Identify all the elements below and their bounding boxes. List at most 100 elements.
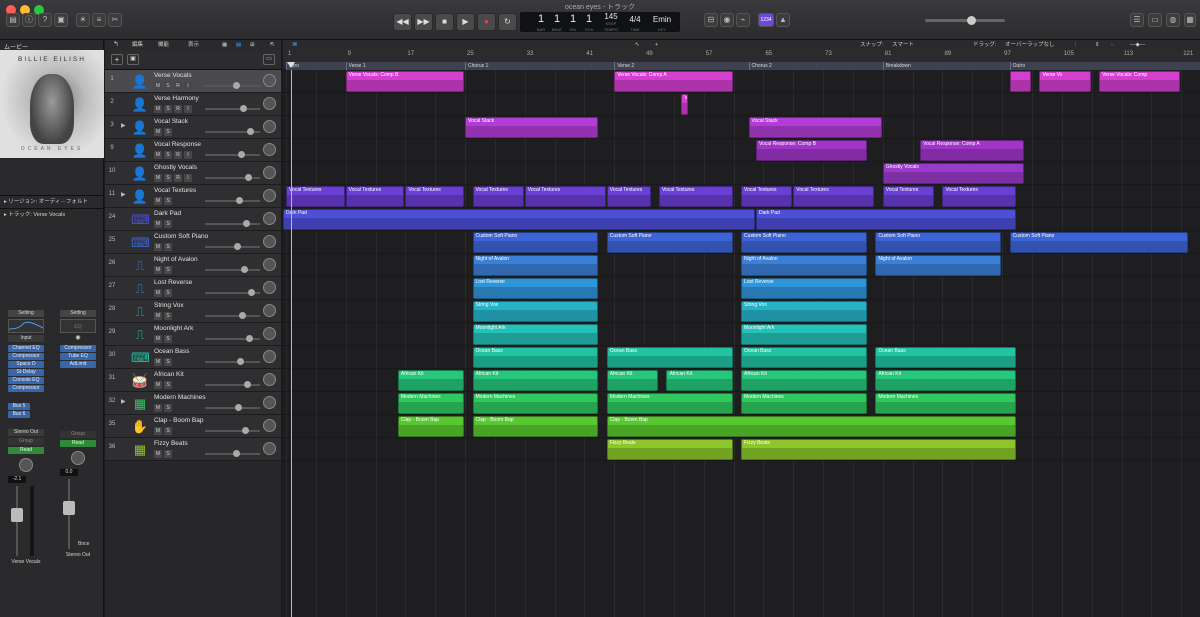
volume-knob[interactable] [242, 427, 249, 434]
plugin-slot[interactable]: Compressor [8, 385, 44, 392]
mute-button[interactable]: M [154, 151, 162, 159]
track-name[interactable]: Clap - Boom Bap [154, 417, 204, 424]
track-lane[interactable]: Dark Pad Dark Pad [283, 208, 1200, 231]
strip1-output-button[interactable]: Stereo Out [8, 429, 44, 436]
pan-knob[interactable] [263, 189, 276, 202]
plugin-slot[interactable]: Compressor [8, 353, 44, 360]
region[interactable]: Verse Vocals: Comp B [345, 71, 465, 92]
region[interactable]: Vocal Textures [882, 186, 935, 207]
track-name[interactable]: Custom Soft Piano [154, 233, 208, 240]
region[interactable]: String Vox [741, 301, 867, 322]
keyboard-icon[interactable]: ⌨ [131, 211, 150, 228]
volume-slider[interactable] [205, 404, 260, 411]
vertical-zoom-icon[interactable]: ⇕ [1095, 40, 1100, 50]
mute-button[interactable]: M [154, 450, 162, 458]
mixer-icon[interactable]: ≡ [92, 13, 106, 27]
region[interactable]: Custom Soft Piano [741, 232, 867, 253]
track-name[interactable]: String Vox [154, 302, 184, 309]
global-tracks-icon[interactable]: ▣ [127, 54, 139, 65]
region[interactable]: Verse Vocals: Comp A [614, 71, 733, 92]
function-menu[interactable]: 機能 [158, 40, 169, 50]
pan-knob[interactable] [263, 143, 276, 156]
track-lane[interactable]: Ocean Bass Ocean Bass Ocean Bass Ocean Bass [283, 346, 1200, 369]
volume-slider[interactable] [205, 358, 260, 365]
region[interactable]: Vocal Textures [942, 186, 1017, 207]
disclosure-triangle-icon[interactable]: ▶ [121, 398, 126, 405]
solo-button[interactable]: S [164, 243, 172, 251]
region[interactable] [1009, 71, 1031, 92]
region[interactable]: Modern Machines [472, 393, 599, 414]
note-pad-icon[interactable]: ▭ [1148, 13, 1162, 27]
lcd-display[interactable]: 1 1 1 1 BAR BEAT DIV TICK 145 KEEP TEMPO… [519, 11, 681, 33]
person-icon[interactable]: 👤 [131, 188, 149, 205]
region[interactable]: African Kit [741, 370, 867, 391]
strip1-input-button[interactable]: Input [8, 335, 44, 342]
mute-button[interactable]: M [154, 82, 162, 90]
track-header[interactable]: 3 ▶ 👤 Vocal Stack M S [105, 116, 281, 139]
track-name[interactable]: Vocal Stack [154, 118, 188, 125]
track-lane[interactable]: Custom Soft Piano Custom Soft Piano Custom… [283, 231, 1200, 254]
track-name[interactable]: Modern Machines [154, 394, 206, 401]
mute-button[interactable]: M [154, 404, 162, 412]
rewind-button[interactable]: ◀◀ [393, 13, 412, 31]
track-header[interactable]: 24 ⌨ Dark Pad M S [105, 208, 281, 231]
track-lane[interactable]: Verse Vocals: Comp B Verse Vocals: Comp A… [283, 70, 1200, 93]
solo-button[interactable]: S [164, 427, 172, 435]
track-header[interactable]: 30 ⌨ Ocean Bass M S [105, 346, 281, 369]
volume-slider[interactable] [205, 220, 260, 227]
keyboard-icon[interactable]: ⌨ [131, 349, 150, 366]
region[interactable]: Verse Vo [1039, 71, 1091, 92]
region[interactable]: Modern Machines [741, 393, 867, 414]
region[interactable]: African Kit [875, 370, 1017, 391]
flex-icon[interactable]: ⊞ [250, 40, 255, 50]
mute-button[interactable]: M [154, 197, 162, 205]
region[interactable]: Modern Machines [606, 393, 733, 414]
region[interactable]: Vocal Textures [741, 186, 793, 207]
edit-menu[interactable]: 編集 [132, 40, 143, 50]
input-monitor-button[interactable]: I [184, 151, 192, 159]
region[interactable]: Vocal Textures [659, 186, 733, 207]
region[interactable]: Fizzy Beats [606, 439, 733, 460]
lcd-time-signature[interactable]: 4/4 [624, 15, 646, 24]
input-monitor-button[interactable]: I [184, 174, 192, 182]
mute-button[interactable]: M [154, 128, 162, 136]
bar-ruler[interactable]: 1 9 17 25 33 41 49 57 65 73 81 89 97 105 113 121 Intro Ve… [283, 50, 1200, 70]
plugin-slot[interactable]: St-Delay [8, 369, 44, 376]
metronome-icon[interactable]: ▲ [776, 13, 790, 27]
arrangement-marker[interactable]: Breakdown [882, 62, 1010, 70]
region[interactable]: Clap - Boom Bap [397, 416, 465, 437]
volume-knob[interactable] [244, 381, 251, 388]
strip1-eq-thumbnail[interactable] [8, 319, 44, 333]
fast-forward-button[interactable]: ▶▶ [414, 13, 433, 31]
cycle-button[interactable]: ↻ [498, 13, 517, 31]
track-header[interactable]: 35 ✋ Clap - Boom Bap M S [105, 415, 281, 438]
region[interactable]: Moonlight Ark [472, 324, 599, 345]
track-header[interactable]: 10 👤 Ghostly Vocals M S R I [105, 162, 281, 185]
track-lane[interactable]: Fizzy Beats Fizzy Beats [283, 438, 1200, 461]
mute-button[interactable]: M [154, 243, 162, 251]
pan-knob[interactable] [263, 166, 276, 179]
track-name[interactable]: Verse Harmony [154, 95, 199, 102]
track-lane[interactable]: String Vox String Vox [283, 300, 1200, 323]
drag-dropdown[interactable]: オーバーラップなし [1005, 40, 1054, 50]
record-enable-button[interactable]: R [174, 151, 182, 159]
arrangement-marker[interactable]: Verse 2 [614, 62, 749, 70]
plugin-slot[interactable]: Space D [8, 361, 44, 368]
send-slot[interactable]: Bus 6 [8, 411, 30, 418]
mute-button[interactable]: M [154, 266, 162, 274]
volume-slider[interactable] [205, 151, 260, 158]
region[interactable]: Ghostly Vocals [882, 163, 1024, 184]
volume-slider[interactable] [205, 174, 260, 181]
track-header[interactable]: 1 👤 Verse Vocals M S R I [105, 70, 281, 93]
pan-knob[interactable] [263, 212, 276, 225]
disclosure-triangle-icon[interactable]: ▶ [121, 191, 126, 198]
keyboard-icon[interactable]: ⌨ [131, 234, 150, 251]
synth-icon[interactable]: ⎍ [131, 280, 149, 297]
region[interactable]: Dark Pad [283, 209, 755, 230]
region[interactable]: Vocal Textures [606, 186, 651, 207]
mute-button[interactable]: M [154, 381, 162, 389]
region[interactable]: Clap - Boom Bap [606, 416, 1017, 437]
input-monitor-button[interactable]: I [184, 82, 192, 90]
strip2-eq-thumbnail[interactable]: EQ [60, 319, 96, 333]
synth-icon[interactable]: ⎍ [131, 303, 149, 320]
